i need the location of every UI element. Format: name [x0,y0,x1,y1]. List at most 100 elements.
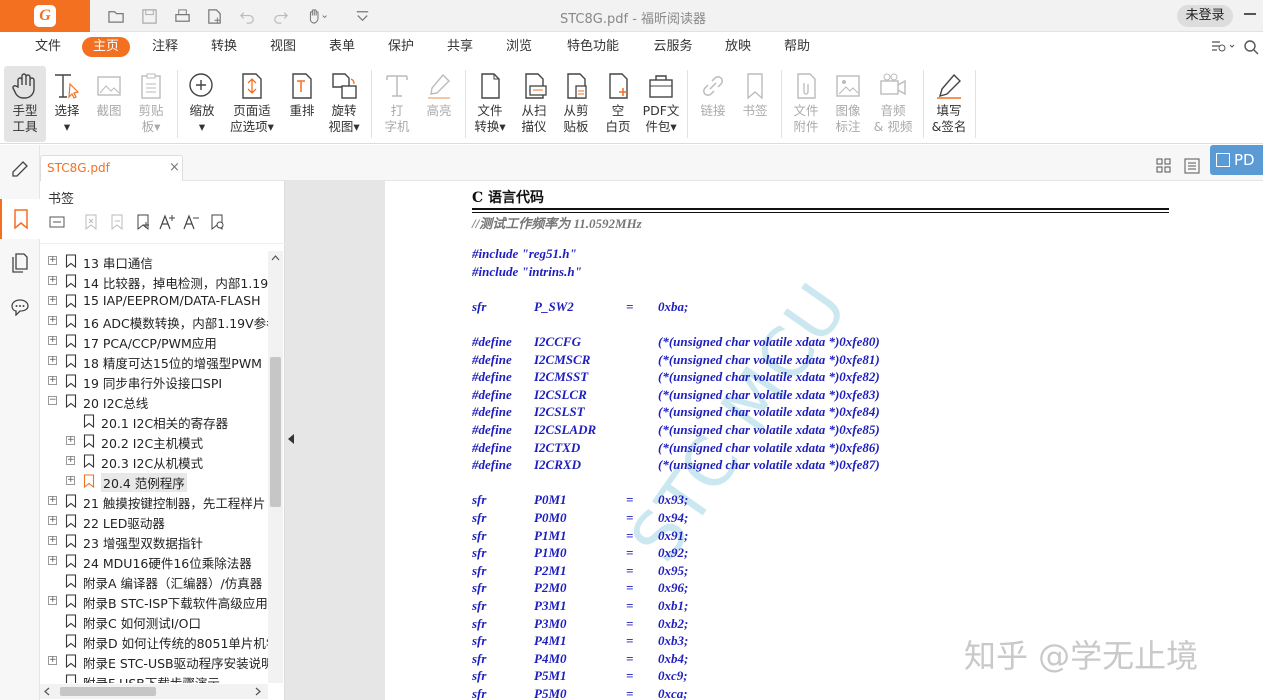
fill-sign-button[interactable]: 填写 &签名 [928,66,970,142]
bookmark-item[interactable]: − 20 I2C总线 [40,391,268,411]
save-icon[interactable] [139,6,159,26]
hand-dropdown-icon[interactable] [305,6,331,26]
increase-font-icon[interactable] [158,213,176,231]
annotation-panel-tab[interactable] [0,149,40,189]
add-bookmark-icon[interactable] [134,213,152,231]
reflow-button[interactable]: 重排 [281,66,323,142]
close-tab-icon[interactable]: × [169,160,180,175]
menu-browse[interactable]: 浏览 [499,37,539,57]
bookmark-item[interactable]: +22 LED驱动器 [40,511,268,531]
pages-panel-tab[interactable] [0,243,40,283]
fit-page-button[interactable]: 页面适 应选项▾ [225,66,279,142]
bookmark-item[interactable]: 附录F USB下载步骤演示 [40,671,268,683]
bookmark-item[interactable]: 附录C 如何测试I/O口 [40,611,268,631]
reading-mode-icon[interactable] [1183,157,1201,175]
bookmark-item[interactable]: +16 ADC模数转换，内部1.19V参考 [40,311,268,331]
bookmark-item[interactable]: + 附录E STC-USB驱动程序安装说明 [40,651,268,671]
hand-tool-button[interactable]: 手型 工具 [4,66,46,142]
menu-view[interactable]: 视图 [263,37,303,57]
menu-slideshow[interactable]: 放映 [718,37,758,57]
document-tab[interactable]: STC8G.pdf × [40,155,183,181]
highlight-button[interactable]: 高亮 [418,66,460,142]
login-button[interactable]: 未登录 [1177,5,1233,27]
expand-toggle-icon[interactable]: + [66,436,75,445]
expand-toggle-icon[interactable]: + [66,456,75,465]
scroll-right-icon[interactable] [255,687,261,696]
select-button[interactable]: 选择 ▾ [46,66,88,142]
menu-convert[interactable]: 转换 [204,37,244,57]
expand-toggle-icon[interactable]: + [66,476,75,485]
scroll-left-icon[interactable] [44,687,50,696]
from-clipboard-button[interactable]: 从剪 贴板 [555,66,597,142]
pdf-portfolio-button[interactable]: PDF文 件包▾ [639,66,683,142]
expand-toggle-icon[interactable]: + [48,296,57,305]
customize-toolbar-icon[interactable] [352,6,372,26]
expand-toggle-icon[interactable]: + [48,516,57,525]
undo-icon[interactable] [237,6,257,26]
screenshot-button[interactable]: 截图 [88,66,130,142]
app-logo[interactable]: G [0,0,90,32]
typewriter-button[interactable]: 打 字机 [376,66,418,142]
menu-share[interactable]: 共享 [440,37,480,57]
file-convert-button[interactable]: 文件 转换▾ [469,66,511,142]
zoom-button[interactable]: 缩放 ▾ [181,66,223,142]
bookmark-item[interactable]: 附录A 编译器（汇编器）/仿真器 [40,571,268,591]
expand-toggle-icon[interactable]: + [48,256,57,265]
bookmark-vertical-scrollbar[interactable] [268,251,283,683]
search-icon[interactable] [1242,38,1260,56]
menu-protect[interactable]: 保护 [381,37,421,57]
expand-toggle-icon[interactable]: + [48,276,57,285]
bookmark-item[interactable]: +20.2 I2C主机模式 [40,431,268,451]
menu-cloud[interactable]: 云服务 [648,37,698,57]
link-button[interactable]: 链接 [692,66,734,142]
expand-toggle-icon[interactable]: + [48,536,57,545]
pdf-view-tag[interactable]: PD [1210,145,1263,175]
move-bookmark-icon[interactable] [108,213,126,231]
image-annotation-button[interactable]: 图像 标注 [827,66,869,142]
bookmark-horizontal-scrollbar[interactable] [40,684,268,699]
expand-toggle-icon[interactable]: + [48,316,57,325]
bookmark-item[interactable]: +19 同步串行外设接口SPI [40,371,268,391]
bookmark-search-icon[interactable] [208,213,226,231]
menu-form[interactable]: 表单 [322,37,362,57]
open-icon[interactable] [106,6,126,26]
audio-video-button[interactable]: 音频 & 视频 [869,66,917,142]
decrease-font-icon[interactable] [182,213,200,231]
bookmark-item[interactable]: +17 PCA/CCP/PWM应用 [40,331,268,351]
bookmark-item[interactable]: +24 MDU16硬件16位乘除法器 [40,551,268,571]
bookmark-item[interactable]: 附录D 如何让传统的8051单片机学 [40,631,268,651]
bookmark-options-icon[interactable] [48,213,66,231]
bookmark-item[interactable]: +18 精度可达15位的增强型PWM（ [40,351,268,371]
new-doc-icon[interactable] [204,6,224,26]
expand-toggle-icon[interactable]: + [48,376,57,385]
vertical-scroll-thumb[interactable] [270,357,281,507]
rotate-view-button[interactable]: 旋转 视图▾ [323,66,365,142]
expand-toggle-icon[interactable]: + [48,496,57,505]
menu-help[interactable]: 帮助 [777,37,817,57]
menu-file[interactable]: 文件 [28,37,68,57]
menu-features[interactable]: 特色功能 [562,37,624,57]
expand-toggle-icon[interactable]: + [48,356,57,365]
print-icon[interactable] [172,6,192,26]
bookmark-button[interactable]: 书签 [734,66,776,142]
scroll-up-icon[interactable] [271,255,280,261]
bookmark-item[interactable]: + 附录B STC-ISP下载软件高级应用 [40,591,268,611]
bookmark-item[interactable]: +20.4 范例程序 [40,471,268,492]
menu-comment[interactable]: 注释 [145,37,185,57]
bookmark-item[interactable]: +21 触摸按键控制器，先工程样片 [40,491,268,511]
search-options-icon[interactable] [1210,38,1236,56]
minimize-icon[interactable] [1244,13,1256,15]
horizontal-scroll-thumb[interactable] [60,687,156,696]
clipboard-button[interactable]: 剪贴 板▾ [130,66,172,142]
thumbnail-view-icon[interactable] [1155,157,1173,175]
bookmark-item[interactable]: +20.3 I2C从机模式 [40,451,268,471]
panel-splitter[interactable] [285,181,385,700]
bookmark-item[interactable]: +14 比较器，掉电检测，内部1.19V [40,271,268,291]
bookmark-item[interactable]: +15 IAP/EEPROM/DATA-FLASH [40,291,268,311]
menu-home[interactable]: 主页 [82,37,130,57]
blank-page-button[interactable]: 空 白页 [597,66,639,142]
expand-toggle-icon[interactable]: + [48,656,57,665]
expand-toggle-icon[interactable]: + [48,556,57,565]
collapse-panel-icon[interactable] [288,434,294,444]
expand-toggle-icon[interactable]: + [48,596,57,605]
